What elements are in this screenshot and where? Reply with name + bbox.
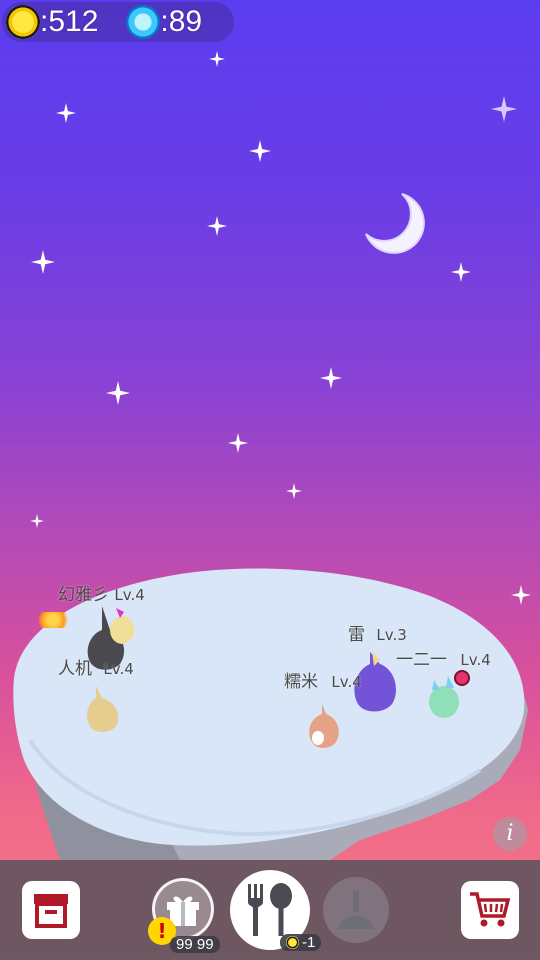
storage-box-icon <box>34 894 68 928</box>
star-icon <box>491 96 517 122</box>
coin-small-icon <box>286 936 299 949</box>
fire-sparkle <box>36 612 70 628</box>
feed-cost-value: -1 <box>302 934 316 951</box>
star-icon <box>31 250 55 274</box>
pet-creature-yellow[interactable] <box>106 606 136 646</box>
player-level: Lv.4 <box>103 660 134 678</box>
player-level: Lv.4 <box>114 586 145 604</box>
blue-gem-icon <box>126 5 161 39</box>
star-icon <box>30 514 44 528</box>
plunger-icon <box>339 890 373 929</box>
player-name: 一二一 <box>396 650 447 670</box>
crescent-moon-icon <box>365 193 425 254</box>
player-label: 雷 Lv.3 <box>348 620 407 645</box>
player-level: Lv.3 <box>376 626 407 644</box>
star-icon <box>249 140 271 162</box>
player-name: 幻雅彡 <box>58 585 109 605</box>
player-label: 一二一 Lv.4 <box>396 645 491 670</box>
coin-value: :512 <box>40 5 99 38</box>
star-icon <box>451 262 471 282</box>
heart-gem-icon <box>454 670 470 686</box>
game-scene: 幻雅彡 Lv.4 人机 Lv.4 雷 Lv.3 一二一 Lv.4 糯米 Lv.4 <box>0 0 540 960</box>
info-button[interactable]: i <box>493 817 527 851</box>
star-icon <box>209 51 225 67</box>
shop-button[interactable] <box>461 881 519 939</box>
star-icon <box>286 483 302 499</box>
bottom-toolbar: ! 99 99 -1 <box>0 860 540 960</box>
currency-hud: :512 :89 <box>2 2 234 42</box>
star-icon <box>228 433 248 453</box>
player-name: 人机 <box>58 659 92 679</box>
player-name: 雷 <box>348 625 365 645</box>
gem-value: :89 <box>160 5 203 38</box>
feed-cost: -1 <box>280 934 322 951</box>
gift-count: 99 99 <box>170 936 220 953</box>
gold-coin-icon <box>6 5 40 39</box>
fork-spoon-icon <box>248 883 292 936</box>
star-icon <box>56 103 76 123</box>
player-label: 幻雅彡 Lv.4 <box>58 580 145 605</box>
player-level: Lv.4 <box>460 651 491 669</box>
player-label: 糯米 Lv.4 <box>284 667 362 692</box>
player-level: Lv.4 <box>331 673 362 691</box>
storage-button[interactable] <box>22 881 80 939</box>
coin-counter: :512 <box>2 2 98 42</box>
star-icon <box>207 216 227 236</box>
player-name: 糯米 <box>284 672 318 692</box>
star-icon <box>106 381 130 405</box>
pet-creature-pink[interactable] <box>306 704 342 750</box>
star-icon <box>320 367 342 389</box>
shopping-cart-icon <box>470 892 511 927</box>
clean-button[interactable] <box>323 877 389 943</box>
gem-counter: :89 <box>98 2 202 42</box>
player-label: 人机 Lv.4 <box>58 654 134 679</box>
pet-creature-beige[interactable] <box>84 686 124 734</box>
